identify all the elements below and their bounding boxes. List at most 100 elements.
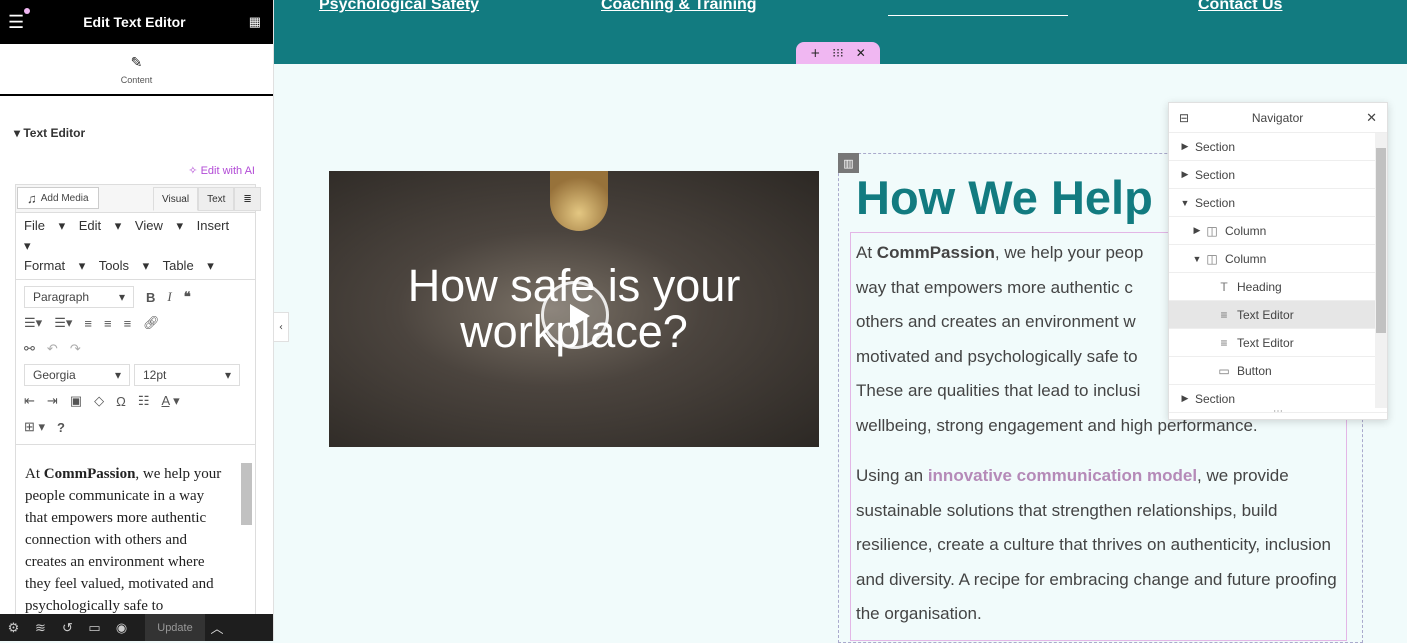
drag-handle-icon[interactable]: ⁝⁝⁝ [832,46,843,60]
navigator-item-text-editor[interactable]: ≡ Text Editor [1169,329,1387,357]
navigator-item-label: Column [1225,251,1267,266]
sidebar-header: ☰ Edit Text Editor ▦ [0,0,273,44]
innovative-model-link[interactable]: innovative communication model [928,466,1197,485]
tab-text[interactable]: Text [198,187,235,211]
collapse-panel-button[interactable]: ‹ [274,312,289,342]
caret-right-icon[interactable]: ▶ [1179,141,1191,152]
text-editor-control: ♫ Add Media Visual Text ≣ File ▾ Edit ▾ V… [15,184,261,626]
menu-format[interactable]: Format ▾ [24,258,85,273]
numbered-list-icon[interactable]: ☰▾ [54,315,72,331]
navigator-scrollbar[interactable] [1375,133,1387,408]
editor-content-area[interactable]: At CommPassion, we help your people comm… [16,445,255,625]
menu-tools[interactable]: Tools ▾ [99,258,150,273]
navigator-item-label: Button [1237,363,1272,378]
delete-section-icon[interactable]: ✕ [856,46,866,60]
caret-right-icon[interactable]: ▶ [1191,225,1203,236]
bullet-list-icon[interactable]: ☰▾ [24,315,42,331]
nav-link-4[interactable]: Contact Us [1198,0,1282,14]
toolbar-toggle-icon[interactable]: ≣ [234,187,261,211]
content-tab[interactable]: ✎ Content [0,44,273,96]
nav-link-2[interactable]: Coaching & Training [601,0,757,14]
indent-icon[interactable]: ⇥ [47,393,58,409]
history-icon[interactable]: ↺ [54,620,81,636]
outdent-icon[interactable]: ⇤ [24,393,35,409]
clear-format-icon[interactable]: ◇ [94,393,104,409]
redo-icon[interactable]: ↷ [70,341,81,357]
nav-link-1[interactable]: Psychological Safety [319,0,479,14]
navigator-item-heading[interactable]: T Heading [1169,273,1387,301]
section-toggle[interactable]: ▾ Text Editor [14,126,85,140]
paste-icon[interactable]: ▣ [70,393,82,409]
navigator-title: Navigator [1251,110,1304,125]
settings-gear-icon[interactable]: ⚙ [0,620,27,636]
tab-visual[interactable]: Visual [153,187,199,211]
link-icon[interactable]: 🔗︎ [143,315,160,331]
menu-file[interactable]: File ▾ [24,218,65,233]
text-color-icon[interactable]: A ▾ [161,393,179,409]
section-handle[interactable]: + ⁝⁝⁝ ✕ [796,42,880,64]
layers-icon[interactable]: ≋ [27,620,54,636]
blockquote-icon[interactable]: ❝ [184,289,191,305]
navigator-item-section[interactable]: ▶ Section [1169,161,1387,189]
add-section-icon[interactable]: + [810,46,820,60]
navigator-item-button[interactable]: ▭ Button [1169,357,1387,385]
editor-scrollbar[interactable] [241,449,253,625]
align-right-icon[interactable]: ≡ [124,316,132,331]
navigator-item-label: Text Editor [1237,335,1294,350]
font-size-select[interactable]: 12pt ▾ [134,364,240,386]
resize-grip-icon[interactable]: ⋯ [1273,406,1283,417]
caret-right-icon[interactable]: ▶ [1179,169,1191,180]
table-icon[interactable]: ⊞ ▾ [24,419,45,435]
menu-table[interactable]: Table ▾ [163,258,214,273]
menu-edit[interactable]: Edit ▾ [79,218,122,233]
heading-how-we-help[interactable]: How We Help [856,170,1153,225]
edit-with-ai-label: Edit with AI [200,165,255,177]
caret-right-icon[interactable]: ▶ [1179,393,1191,404]
edit-with-ai-link[interactable]: ✧ Edit with AI [188,164,255,177]
widgets-grid-icon[interactable]: ▦ [249,14,261,30]
navigator-item-label: Section [1195,195,1236,210]
navigator-item-label: Heading [1237,279,1282,294]
responsive-icon[interactable]: ▭ [81,620,108,636]
caret-down-icon[interactable]: ▼ [1191,254,1203,264]
caret-down-icon[interactable]: ▼ [1179,198,1191,208]
panel-title: Edit Text Editor [83,14,186,30]
paragraph-select[interactable]: Paragraph ▾ [24,286,134,308]
navigator-item-column[interactable]: ▶ ◫ Column [1169,217,1387,245]
hamburger-menu-icon[interactable]: ☰ [8,7,31,33]
italic-icon[interactable]: I [167,289,171,305]
collapse-all-icon[interactable]: ⊟ [1179,111,1189,125]
hr-icon[interactable]: ☷ [138,393,150,409]
menubar: File ▾ Edit ▾ View ▾ Insert ▾ Format ▾ T… [16,213,255,280]
pencil-icon: ✎ [130,53,143,70]
navigator-item-text-editor[interactable]: ≡ Text Editor [1169,301,1387,329]
navigator-panel: ⊟ Navigator ✕ ▶ Section ▶ Section ▼ Section ▶ ◫… [1168,102,1388,420]
align-left-icon[interactable]: ≡ [84,316,92,331]
video-widget[interactable]: How safe is your workplace? [329,171,819,447]
preview-eye-icon[interactable]: ◉ [108,620,135,636]
navigator-item-section[interactable]: ▼ Section [1169,189,1387,217]
play-button-icon[interactable] [541,281,609,349]
close-icon[interactable]: ✕ [1366,110,1377,126]
chevron-left-icon: ‹ [279,321,283,333]
sparkle-icon: ✧ [188,165,201,177]
bold-icon[interactable]: B [146,290,155,305]
omega-icon[interactable]: Ω [116,394,126,409]
editor-sidebar: ☰ Edit Text Editor ▦ ✎ Content ▾ Text Ed… [0,0,274,641]
sidebar-footer: ⚙ ≋ ↺ ▭ ◉ Update ︿ [0,614,273,641]
navigator-item-section[interactable]: ▶ Section [1169,133,1387,161]
nav-link-3[interactable] [888,0,1068,16]
help-icon[interactable]: ? [57,420,65,435]
add-media-label: Add Media [40,192,89,204]
menu-view[interactable]: View ▾ [135,218,183,233]
add-media-button[interactable]: ♫ Add Media [17,187,99,209]
navigator-header[interactable]: ⊟ Navigator ✕ [1169,103,1387,133]
undo-icon[interactable]: ↶ [47,341,58,357]
chevron-up-icon[interactable]: ︿ [205,618,229,637]
navigator-item-column[interactable]: ▼ ◫ Column [1169,245,1387,273]
align-center-icon[interactable]: ≡ [104,316,112,331]
update-button[interactable]: Update [145,614,205,641]
unlink-icon[interactable]: ⚯ [24,341,35,357]
heading-icon: T [1220,279,1228,294]
font-family-select[interactable]: Georgia ▾ [24,364,130,386]
